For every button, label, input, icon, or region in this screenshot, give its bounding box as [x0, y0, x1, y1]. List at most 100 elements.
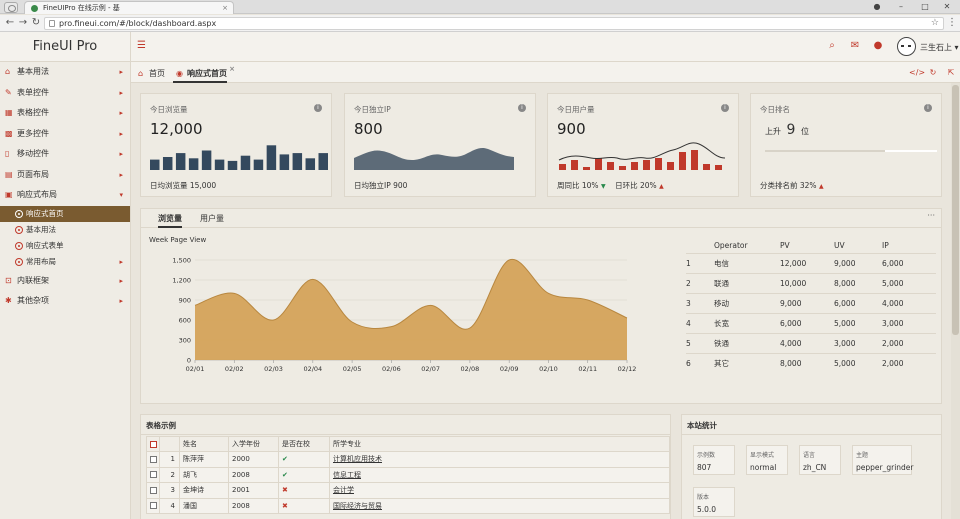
brand-title[interactable]: FineUI Pro [0, 32, 131, 62]
reload-icon[interactable]: ↻ [29, 16, 43, 30]
browser-menu-icon[interactable]: ⋮ [945, 16, 959, 30]
sidebar-item-grid[interactable]: ▦ 表格控件 ▸ [0, 103, 130, 124]
account-icon[interactable]: ● [866, 0, 888, 14]
close-tab-icon[interactable]: × [222, 2, 228, 14]
select-all-checkbox[interactable] [150, 440, 157, 448]
sidebar-subitem-layouts[interactable]: 常用布局 ▸ [0, 254, 130, 270]
mini-bar-chart [150, 145, 328, 170]
refresh-icon[interactable]: ↻ [927, 67, 939, 79]
avatar[interactable] [897, 37, 916, 56]
mini-bar [266, 145, 277, 170]
open-new-window-icon[interactable]: ⇱ [945, 67, 957, 79]
rank-progress-fill [765, 150, 886, 152]
sidebar-subitem-dashboard[interactable]: 响应式首页 [0, 205, 130, 222]
row-checkbox[interactable] [150, 455, 157, 463]
rank-progress-bar [765, 150, 937, 152]
forward-icon[interactable]: → [16, 16, 30, 30]
table-row[interactable]: 3 金坤诗 2001 ✖ 会计学 [146, 482, 670, 499]
x-tick-label: 02/08 [461, 365, 480, 373]
row-checkbox[interactable] [150, 471, 157, 479]
page-info-icon[interactable] [49, 20, 55, 27]
sidebar-subitem-basic[interactable]: 基本用法 [0, 222, 130, 238]
sidebar-subitem-form[interactable]: 响应式表单 [0, 238, 130, 254]
mail-icon[interactable]: ✉ [849, 40, 861, 52]
cell: 铁通 [714, 333, 780, 354]
table-icon: ▦ [5, 108, 13, 117]
info-icon[interactable]: i [518, 104, 526, 112]
column-header: PV [780, 241, 790, 250]
sidebar: ⌂ 基本用法 ▸ ✎ 表单控件 ▸ ▦ 表格控件 ▸ ▩ 更多控件 ▸ ▯ 移动控件 ▸ ▤ 页面布局… [0, 62, 131, 519]
sidebar-item-layout[interactable]: ▤ 页面布局 ▸ [0, 165, 130, 186]
chevron-right-icon: ▸ [119, 68, 123, 76]
page-scrollbar[interactable] [951, 83, 960, 519]
cell: 长宽 [714, 313, 780, 334]
row-checkbox[interactable] [150, 486, 157, 494]
tab-dashboard[interactable]: ◉ 响应式首页 × [173, 65, 235, 83]
scrollbar-thumb[interactable] [952, 85, 959, 335]
stat-box-value: zh_CN [803, 463, 827, 472]
menu-toggle-icon[interactable]: ☰ [137, 41, 147, 51]
app-header: FineUI Pro ☰ ⌕ ✉ ● 三生石上 ▾ [0, 32, 960, 62]
table-row[interactable]: 2 胡飞 2008 ✔ 信息工程 [146, 466, 670, 483]
week-ratio: 周同比 10% [557, 181, 599, 190]
sidebar-item-iframe[interactable]: ⊡ 内联框架 ▸ [0, 271, 130, 292]
major-link[interactable]: 国际经济与贸易 [333, 502, 382, 510]
chat-icon[interactable]: ● [872, 40, 884, 52]
mini-bar [150, 159, 160, 170]
y-tick-label: 600 [179, 317, 191, 325]
column-header[interactable]: 姓名 [179, 436, 229, 452]
user-menu[interactable]: 三生石上 ▾ [920, 42, 959, 53]
more-icon[interactable]: ··· [927, 211, 935, 220]
select-all-cell[interactable] [146, 436, 160, 452]
x-tick-label: 02/01 [186, 365, 205, 373]
stat-value: 800 [354, 120, 383, 138]
cross-icon: ✖ [282, 486, 288, 495]
sidebar-item-responsive[interactable]: ▣ 响应式布局 ▾ [0, 185, 130, 206]
sidebar-item-form[interactable]: ✎ 表单控件 ▸ [0, 83, 130, 104]
row-checkbox[interactable] [150, 502, 157, 510]
table-row[interactable]: 4 潘国 2008 ✖ 国际经济与贸易 [146, 497, 670, 514]
mini-mixed-chart [558, 142, 726, 170]
info-icon[interactable]: i [314, 104, 322, 112]
close-tab-icon[interactable]: × [229, 61, 235, 78]
url-input[interactable]: pro.fineui.com/#/block/dashboard.aspx ☆ [44, 17, 944, 30]
grid-card: 表格示例 姓名 入学年份 是否在校 所学专业 1 陈萍萍 2000 ✔ 计算机应… [140, 414, 671, 519]
major-link[interactable]: 计算机应用技术 [333, 455, 382, 463]
column-header[interactable]: 是否在校 [278, 436, 330, 452]
major-link[interactable]: 信息工程 [333, 471, 361, 479]
sidebar-item-label: 移动控件 [17, 149, 49, 158]
sidebar-item-mobile[interactable]: ▯ 移动控件 ▸ [0, 144, 130, 165]
section-title: 表格示例 [146, 421, 176, 430]
column-header[interactable]: 入学年份 [228, 436, 279, 452]
sidebar-item-more[interactable]: ▩ 更多控件 ▸ [0, 124, 130, 145]
row-index: 5 [686, 333, 714, 354]
stat-footer: 日均浏览量 15,000 [150, 181, 217, 190]
bookmark-star-icon[interactable]: ☆ [931, 18, 939, 29]
sidebar-item-misc[interactable]: ✱ 其他杂项 ▸ [0, 291, 130, 312]
browser-profile-icon[interactable] [4, 2, 18, 13]
info-icon[interactable]: i [721, 104, 729, 112]
back-icon[interactable]: ← [3, 16, 17, 30]
close-window-icon[interactable]: ✕ [936, 0, 958, 14]
sidebar-item-basic[interactable]: ⌂ 基本用法 ▸ [0, 62, 130, 83]
tab-home[interactable]: ⌂ 首页 [135, 65, 165, 83]
source-code-icon[interactable]: </> [909, 67, 925, 79]
mobile-icon: ▯ [5, 149, 10, 158]
browser-tab[interactable]: FineUIPro 在线示例 - 基 × [24, 1, 234, 14]
tab-page-views[interactable]: 浏览量 [158, 213, 182, 228]
tab-users[interactable]: 用户量 [200, 213, 224, 224]
cell: 3,000 [834, 333, 882, 354]
column-header[interactable]: 所学专业 [329, 436, 670, 452]
info-icon[interactable]: i [924, 104, 932, 112]
maximize-icon[interactable]: □ [914, 0, 936, 14]
minimize-icon[interactable]: – [890, 0, 912, 14]
stat-footer: 日均独立IP 900 [354, 181, 408, 190]
sidebar-subitem-label: 响应式首页 [26, 208, 64, 218]
major-link[interactable]: 会计学 [333, 486, 354, 494]
table-row[interactable]: 1 陈萍萍 2000 ✔ 计算机应用技术 [146, 451, 670, 468]
stat-box-value: 5.0.0 [697, 505, 717, 514]
misc-icon: ✱ [5, 296, 12, 306]
search-icon[interactable]: ⌕ [826, 40, 838, 52]
cell-year: 2008 [228, 497, 279, 514]
stat-value: 12,000 [150, 120, 203, 138]
